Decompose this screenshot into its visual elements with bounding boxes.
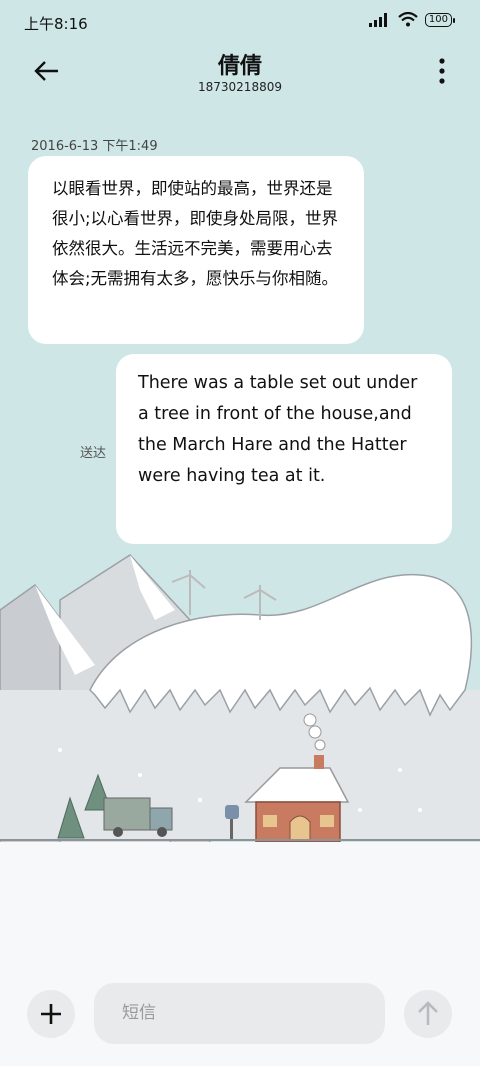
wifi-icon	[398, 12, 418, 27]
status-bar: 上午8:16 100	[0, 0, 480, 44]
status-time: 上午8:16	[24, 15, 88, 33]
contact-phone: 18730218809	[198, 80, 282, 94]
message-composer: 短信	[0, 842, 480, 1066]
plus-icon	[41, 1004, 61, 1024]
incoming-message-bubble[interactable]: 以眼看世界，即使站的最高，世界还是很小;以心看世界，即使身处局限，世界依然很大。…	[28, 156, 364, 344]
delivery-status: 送达	[80, 446, 107, 461]
more-options-icon[interactable]	[438, 58, 446, 84]
add-attachment-button[interactable]	[27, 990, 75, 1038]
winter-scene-illustration	[0, 554, 480, 845]
send-button[interactable]	[404, 990, 452, 1038]
contact-name: 倩倩	[217, 54, 262, 79]
conversation-header: 倩倩 18730218809	[0, 44, 480, 104]
arrow-up-icon	[418, 1001, 438, 1025]
outgoing-message-bubble[interactable]: There was a table set out under a tree i…	[116, 354, 452, 544]
signal-icon	[368, 12, 387, 27]
battery-icon: 100	[424, 12, 456, 27]
sms-input[interactable]: 短信	[94, 983, 385, 1044]
message-timestamp: 2016-6-13 下午1:49	[31, 139, 158, 154]
